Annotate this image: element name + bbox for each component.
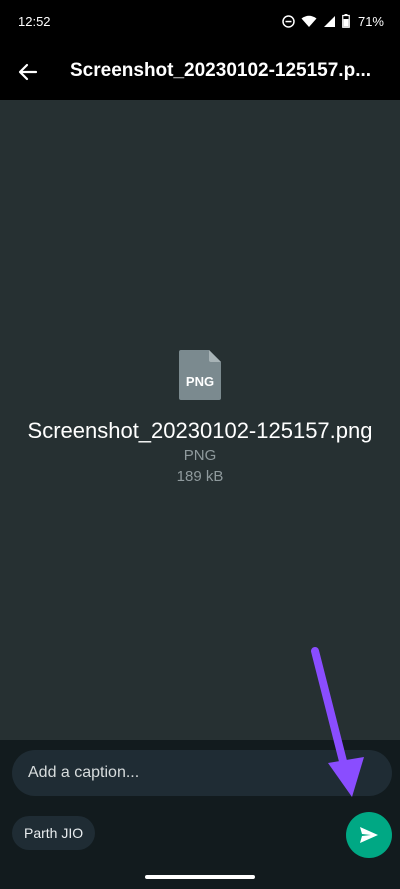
send-button[interactable] bbox=[346, 812, 392, 858]
recipient-chip[interactable]: Parth JIO bbox=[12, 816, 96, 850]
status-icons: 71% bbox=[282, 12, 384, 30]
png-file-icon: PNG bbox=[179, 350, 221, 400]
battery-percentage: 71% bbox=[357, 13, 384, 29]
status-bar: 12:52 71% bbox=[0, 0, 400, 44]
file-preview: PNG Screenshot_20230102-125157.png PNG 1… bbox=[0, 100, 400, 740]
do-not-disturb-icon bbox=[282, 14, 295, 28]
screen: 12:52 71% Screenshot_20230102-125157.p..… bbox=[0, 0, 400, 889]
caption-input[interactable] bbox=[12, 750, 392, 796]
battery-icon bbox=[342, 14, 350, 28]
file-name: Screenshot_20230102-125157.png bbox=[27, 418, 373, 443]
wifi-icon bbox=[301, 15, 317, 28]
file-size: 189 kB bbox=[176, 468, 224, 485]
file-type: PNG bbox=[183, 447, 217, 464]
signal-icon bbox=[323, 15, 336, 28]
back-button[interactable] bbox=[12, 56, 44, 88]
composer: Parth JIO bbox=[0, 740, 400, 889]
file-icon-label: PNG bbox=[186, 374, 214, 389]
arrow-left-icon bbox=[18, 63, 38, 81]
home-indicator[interactable] bbox=[145, 875, 255, 879]
app-bar: Screenshot_20230102-125157.p... bbox=[0, 44, 400, 100]
status-time: 12:52 bbox=[18, 14, 51, 29]
page-title: Screenshot_20230102-125157.p... bbox=[70, 60, 372, 81]
send-icon bbox=[360, 827, 378, 843]
